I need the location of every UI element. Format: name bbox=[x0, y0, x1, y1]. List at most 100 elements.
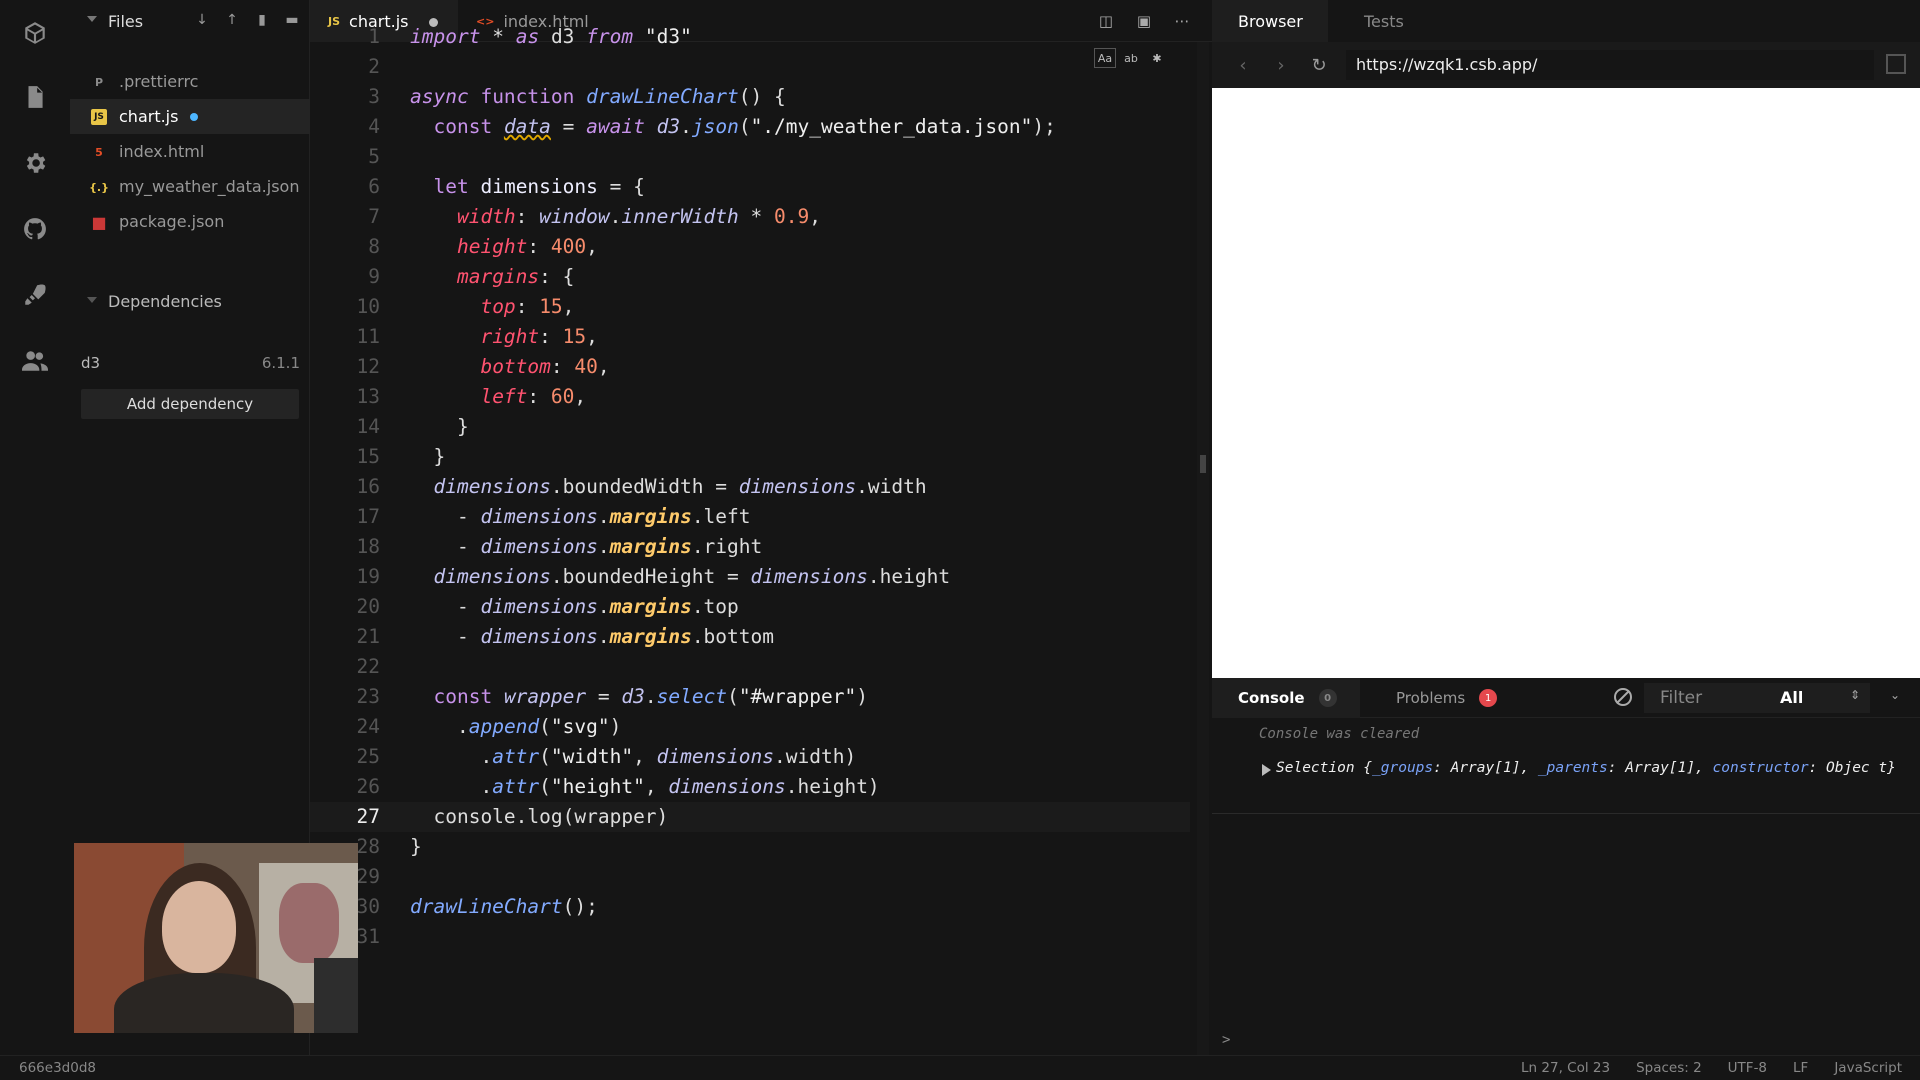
code-line: 29 bbox=[356, 865, 380, 888]
code-line: 14 } bbox=[356, 415, 469, 438]
download-icon[interactable]: ↓ bbox=[194, 12, 210, 28]
code-line: 12 bottom: 40, bbox=[356, 355, 610, 378]
files-header[interactable]: Files ↓ ↑ ▮ ▬ bbox=[70, 0, 310, 42]
commit-sha: 666e3d0d8 bbox=[19, 1060, 96, 1076]
status-items: Ln 27, Col 23 Spaces: 2 UTF-8 LF JavaScr… bbox=[1521, 1060, 1902, 1076]
code-line: 21 - dimensions.margins.bottom bbox=[356, 625, 774, 648]
file-item-package-json[interactable]: ■ package.json bbox=[70, 204, 310, 239]
file-name: index.html bbox=[119, 142, 205, 161]
line-ending[interactable]: LF bbox=[1793, 1060, 1808, 1076]
tab-label: Console bbox=[1238, 689, 1305, 707]
tab-problems[interactable]: Problems 1 bbox=[1360, 678, 1500, 718]
preview-tabs: Browser Tests bbox=[1212, 0, 1920, 42]
open-external-icon[interactable] bbox=[1886, 54, 1906, 74]
collapse-caret-icon[interactable] bbox=[87, 297, 97, 303]
code-line: 2 bbox=[368, 55, 380, 78]
code-line: 9 margins: { bbox=[368, 265, 575, 288]
browser-viewport[interactable] bbox=[1212, 88, 1920, 678]
activity-bar bbox=[0, 0, 70, 1055]
cursor-position[interactable]: Ln 27, Col 23 bbox=[1521, 1060, 1610, 1076]
console-prompt[interactable]: > bbox=[1222, 1032, 1230, 1048]
npm-file-icon: ■ bbox=[91, 212, 107, 232]
collapse-caret-icon[interactable] bbox=[87, 16, 97, 22]
code-line: 13 left: 60, bbox=[356, 385, 587, 408]
dependencies-header[interactable]: Dependencies bbox=[70, 285, 310, 317]
file-item-chart-js[interactable]: JS chart.js bbox=[70, 99, 310, 134]
console-log-entry[interactable]: Selection {_groups: Array[1], _parents: … bbox=[1212, 754, 1920, 814]
tab-console[interactable]: Console 0 bbox=[1212, 678, 1360, 718]
status-bar: 666e3d0d8 Ln 27, Col 23 Spaces: 2 UTF-8 … bbox=[0, 1055, 1920, 1080]
refresh-icon[interactable]: ↻ bbox=[1308, 54, 1330, 76]
html-file-icon: 5 bbox=[95, 145, 103, 159]
new-folder-icon[interactable]: ▬ bbox=[284, 12, 300, 28]
code-line: 23 const wrapper = d3.select("#wrapper") bbox=[356, 685, 868, 708]
editor-scrollbar[interactable] bbox=[1197, 42, 1209, 1055]
file-icon[interactable] bbox=[20, 82, 50, 112]
code-line: 6 let dimensions = { bbox=[368, 175, 645, 198]
tab-browser[interactable]: Browser bbox=[1212, 0, 1328, 42]
code-line: 19 dimensions.boundedHeight = dimensions… bbox=[356, 565, 951, 588]
prettier-file-icon: P bbox=[94, 75, 104, 89]
file-item-prettierrc[interactable]: P .prettierrc bbox=[70, 64, 310, 99]
code-line: 31 bbox=[356, 925, 380, 948]
new-file-icon[interactable]: ▮ bbox=[254, 12, 270, 28]
code-line-current: 27 console.log(wrapper) bbox=[310, 802, 1190, 832]
file-item-my-weather-data-json[interactable]: {.} my_weather_data.json bbox=[70, 169, 310, 204]
dependency-name: d3 bbox=[81, 354, 101, 372]
back-icon[interactable]: ‹ bbox=[1232, 54, 1254, 76]
webcam-overlay bbox=[74, 843, 358, 1033]
code-line: 1 import * as d3 from "d3" bbox=[368, 25, 692, 48]
editor-scroll-thumb[interactable] bbox=[1200, 455, 1206, 473]
forward-icon[interactable]: › bbox=[1270, 54, 1292, 76]
language-mode[interactable]: JavaScript bbox=[1834, 1060, 1902, 1076]
clear-console-icon[interactable] bbox=[1614, 688, 1632, 706]
tab-label: Problems bbox=[1396, 689, 1466, 707]
code-line: 20 - dimensions.margins.top bbox=[356, 595, 739, 618]
indentation[interactable]: Spaces: 2 bbox=[1636, 1060, 1702, 1076]
code-editor: JS chart.js <> index.html ◫ ▣ ⋯ Aa ab ✱ … bbox=[310, 0, 1212, 1055]
files-toolbar: ↓ ↑ ▮ ▬ bbox=[194, 12, 300, 28]
file-name: chart.js bbox=[119, 107, 179, 126]
console-output: Console was cleared Selection {_groups: … bbox=[1212, 718, 1920, 1055]
file-name: package.json bbox=[119, 212, 225, 231]
codesandbox-logo-icon[interactable] bbox=[20, 18, 50, 48]
log-text: Selection {_groups: Array[1], _parents: … bbox=[1276, 760, 1896, 776]
files-title: Files bbox=[108, 12, 144, 31]
upload-icon[interactable]: ↑ bbox=[224, 12, 240, 28]
code-line: 7 width: window.innerWidth * 0.9, bbox=[368, 205, 822, 228]
rocket-icon[interactable] bbox=[20, 280, 50, 310]
problems-count-badge: 1 bbox=[1479, 689, 1498, 707]
file-item-index-html[interactable]: 5 index.html bbox=[70, 134, 310, 169]
code-line: 4 const data = await d3.json("./my_weath… bbox=[368, 115, 1056, 138]
chevron-down-icon[interactable]: ⌄ bbox=[1890, 688, 1900, 702]
dependency-version: 6.1.1 bbox=[261, 354, 300, 372]
code-line: 28} bbox=[356, 835, 422, 858]
code-line: 11 right: 15, bbox=[356, 325, 598, 348]
code-line: 24 .append("svg") bbox=[356, 715, 622, 738]
dependency-item-d3[interactable]: d3 6.1.1 bbox=[70, 352, 310, 376]
sort-icon: ⇕ bbox=[1849, 688, 1860, 702]
code-line: 22 bbox=[356, 655, 380, 678]
users-icon[interactable] bbox=[20, 346, 50, 376]
add-dependency-button[interactable]: Add dependency bbox=[81, 389, 299, 419]
code-line: 10 top: 15, bbox=[356, 295, 575, 318]
file-name: .prettierrc bbox=[119, 72, 199, 91]
code-line: 25 .attr("width", dimensions.width) bbox=[356, 745, 857, 768]
log-level-select[interactable]: All ⇕ bbox=[1766, 683, 1870, 713]
code-line: 16 dimensions.boundedWidth = dimensions.… bbox=[356, 475, 927, 498]
url-bar[interactable]: https://wzqk1.csb.app/ bbox=[1346, 50, 1874, 80]
file-name: my_weather_data.json bbox=[119, 177, 300, 196]
encoding[interactable]: UTF-8 bbox=[1728, 1060, 1767, 1076]
code-line: 5 bbox=[368, 145, 380, 168]
json-file-icon: {.} bbox=[89, 180, 109, 194]
code-line: 18 - dimensions.margins.right bbox=[356, 535, 763, 558]
gear-icon[interactable] bbox=[20, 148, 50, 178]
browser-navbar: ‹ › ↻ https://wzqk1.csb.app/ bbox=[1212, 42, 1920, 88]
log-level-value: All bbox=[1780, 688, 1804, 707]
console-filter-input[interactable] bbox=[1644, 683, 1766, 713]
tab-tests[interactable]: Tests bbox=[1328, 0, 1438, 42]
modified-indicator bbox=[190, 113, 198, 121]
preview-pane: Browser Tests ‹ › ↻ https://wzqk1.csb.ap… bbox=[1212, 0, 1920, 1055]
github-icon[interactable] bbox=[20, 214, 50, 244]
dependencies-title: Dependencies bbox=[108, 292, 222, 311]
